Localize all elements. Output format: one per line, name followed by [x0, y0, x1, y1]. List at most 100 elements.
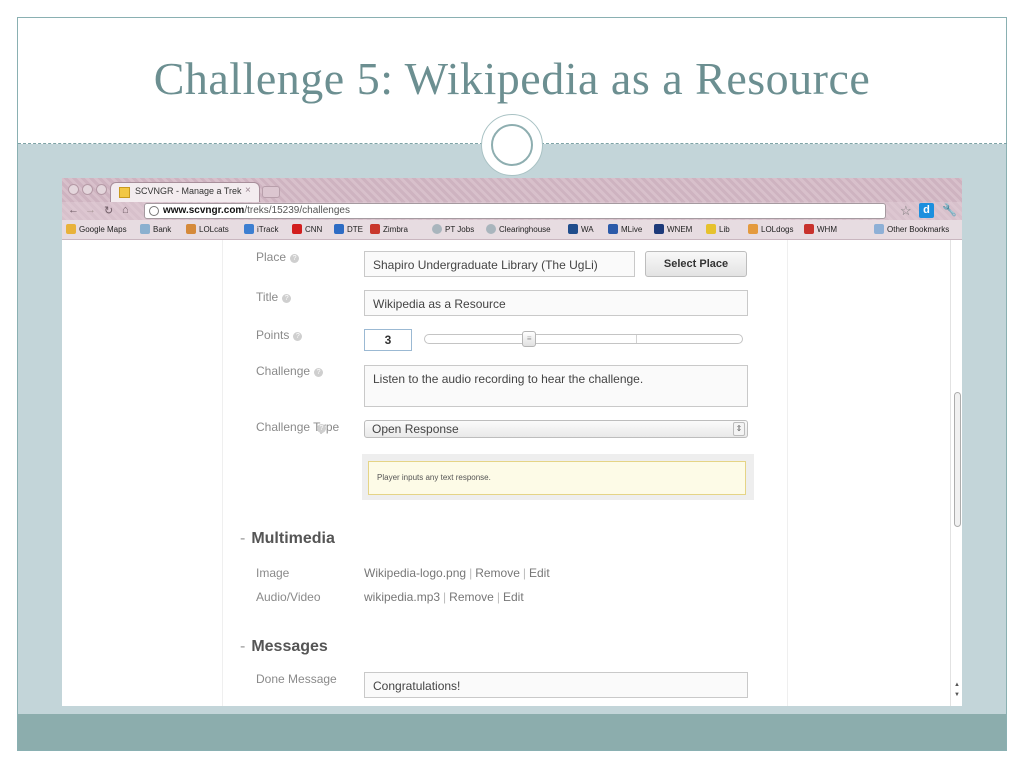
- bookmark-label: WA: [581, 225, 594, 234]
- image-edit-link[interactable]: Edit: [529, 566, 550, 580]
- points-input[interactable]: 3: [364, 329, 412, 351]
- back-arrow-icon[interactable]: ←: [68, 204, 79, 216]
- dte-icon: [334, 224, 344, 234]
- bookmark-google-maps[interactable]: Google Maps: [66, 224, 127, 234]
- cnn-icon: [292, 224, 302, 234]
- maps-icon: [66, 224, 76, 234]
- browser-window: SCVNGR - Manage a Trek × ← → ↻ ⌂ www.scv…: [62, 178, 962, 706]
- bookmark-bank[interactable]: Bank: [140, 224, 171, 234]
- place-field[interactable]: Shapiro Undergraduate Library (The UgLi): [364, 251, 635, 277]
- bookmark-loldogs[interactable]: LOLdogs: [748, 224, 793, 234]
- bookmark-lib[interactable]: Lib: [706, 224, 730, 234]
- forward-arrow-icon[interactable]: →: [85, 204, 96, 216]
- select-place-button[interactable]: Select Place: [645, 251, 747, 277]
- challenge-label: Challenge?: [256, 364, 324, 379]
- bookmark-star-icon[interactable]: ☆: [900, 203, 912, 219]
- address-bar[interactable]: www.scvngr.com/treks/15239/challenges: [144, 203, 886, 219]
- bookmark-label: WNEM: [667, 225, 693, 234]
- minimize-window-icon[interactable]: [82, 184, 93, 195]
- audio-edit-link[interactable]: Edit: [503, 590, 524, 604]
- select-arrows-icon: ⇕: [733, 422, 745, 436]
- scrollbar[interactable]: ▲ ▼: [950, 240, 962, 706]
- bookmark-label: Bank: [153, 225, 172, 234]
- help-icon[interactable]: ?: [314, 368, 324, 377]
- bookmark-label: Google Maps: [79, 225, 127, 234]
- bookmark-other[interactable]: Other Bookmarks: [874, 224, 949, 234]
- image-file-link[interactable]: Wikipedia-logo.png: [364, 566, 466, 580]
- bookmark-label: LOLdogs: [761, 225, 794, 234]
- bookmark-itrack[interactable]: iTrack: [244, 224, 278, 234]
- column-divider: [787, 240, 788, 706]
- bookmark-label: Lib: [719, 225, 730, 234]
- bookmark-wnem[interactable]: WNEM: [654, 224, 692, 234]
- audio-remove-link[interactable]: Remove: [449, 590, 494, 604]
- dog-icon: [748, 224, 758, 234]
- home-icon[interactable]: ⌂: [122, 204, 129, 216]
- bookmark-label: Clearinghouse: [499, 225, 551, 234]
- bookmark-label: Other Bookmarks: [887, 225, 950, 234]
- tab-bar: SCVNGR - Manage a Trek ×: [62, 178, 962, 202]
- help-icon[interactable]: ?: [317, 424, 326, 433]
- bookmark-label: iTrack: [257, 225, 279, 234]
- place-label: Place?: [256, 250, 300, 265]
- url-host: www.scvngr.com: [163, 205, 245, 216]
- globe-icon: [432, 224, 442, 234]
- help-icon[interactable]: ?: [282, 294, 292, 303]
- points-slider[interactable]: [424, 334, 743, 344]
- title-divider-left: [18, 143, 483, 144]
- bookmark-label: Zimbra: [383, 225, 408, 234]
- cat-icon: [186, 224, 196, 234]
- bookmark-pt-jobs[interactable]: PT Jobs: [432, 224, 474, 234]
- bookmark-whm[interactable]: WHM: [804, 224, 837, 234]
- bookmark-label: LOLcats: [199, 225, 229, 234]
- scroll-up-icon[interactable]: ▲: [954, 682, 960, 688]
- messages-heading: - Messages: [240, 638, 328, 655]
- done-message-input[interactable]: Congratulations!: [364, 672, 748, 698]
- challenge-type-hint: Player inputs any text response.: [368, 461, 746, 495]
- audio-value: wikipedia.mp3 | Remove | Edit: [364, 590, 524, 604]
- challenge-textarea[interactable]: Listen to the audio recording to hear th…: [364, 365, 748, 407]
- bookmark-zimbra[interactable]: Zimbra: [370, 224, 408, 234]
- messages-heading-text: Messages: [251, 638, 328, 655]
- footer-band: [18, 714, 1006, 750]
- title-input[interactable]: Wikipedia as a Resource: [364, 290, 748, 316]
- help-icon[interactable]: ?: [293, 332, 303, 341]
- bookmark-clearinghouse[interactable]: Clearinghouse: [486, 224, 551, 234]
- image-value: Wikipedia-logo.png | Remove | Edit: [364, 566, 550, 580]
- bookmark-label: CNN: [305, 225, 323, 234]
- zoom-window-icon[interactable]: [96, 184, 107, 195]
- globe-icon: [486, 224, 496, 234]
- folder-icon: [874, 224, 884, 234]
- wrench-icon[interactable]: 🔧: [942, 203, 957, 217]
- reload-icon[interactable]: ↻: [104, 204, 113, 217]
- challenge-type-select[interactable]: Open Response ⇕: [364, 420, 748, 438]
- help-icon[interactable]: ?: [290, 254, 300, 263]
- image-label: Image: [256, 566, 290, 580]
- multimedia-heading-text: Multimedia: [251, 530, 335, 547]
- bookmark-wa[interactable]: WA: [568, 224, 594, 234]
- zimbra-icon: [370, 224, 380, 234]
- url-text: www.scvngr.com/treks/15239/challenges: [163, 205, 350, 216]
- slider-handle[interactable]: ≡: [522, 331, 537, 347]
- slide: Challenge 5: Wikipedia as a Resource SCV…: [0, 0, 1024, 768]
- new-tab-button[interactable]: [262, 186, 280, 198]
- audio-file-link[interactable]: wikipedia.mp3: [364, 590, 440, 604]
- bookmark-cnn[interactable]: CNN: [292, 224, 322, 234]
- globe-icon: [149, 206, 159, 216]
- scroll-down-icon[interactable]: ▼: [954, 692, 960, 698]
- bookmark-lolcats[interactable]: LOLcats: [186, 224, 229, 234]
- wa-icon: [568, 224, 578, 234]
- challenge-type-label-text: Challenge Type: [256, 420, 340, 434]
- scrollbar-thumb[interactable]: [954, 392, 961, 527]
- image-remove-link[interactable]: Remove: [475, 566, 520, 580]
- lib-icon: [706, 224, 716, 234]
- bookmark-dte[interactable]: DTE: [334, 224, 363, 234]
- close-window-icon[interactable]: [68, 184, 79, 195]
- browser-tab[interactable]: SCVNGR - Manage a Trek ×: [110, 182, 260, 202]
- bookmark-label: PT Jobs: [445, 225, 475, 234]
- bookmark-label: MLive: [621, 225, 643, 234]
- bookmark-label: WHM: [817, 225, 837, 234]
- tab-close-icon[interactable]: ×: [245, 185, 251, 196]
- extension-d-icon[interactable]: d: [919, 203, 934, 218]
- bookmark-mlive[interactable]: MLive: [608, 224, 642, 234]
